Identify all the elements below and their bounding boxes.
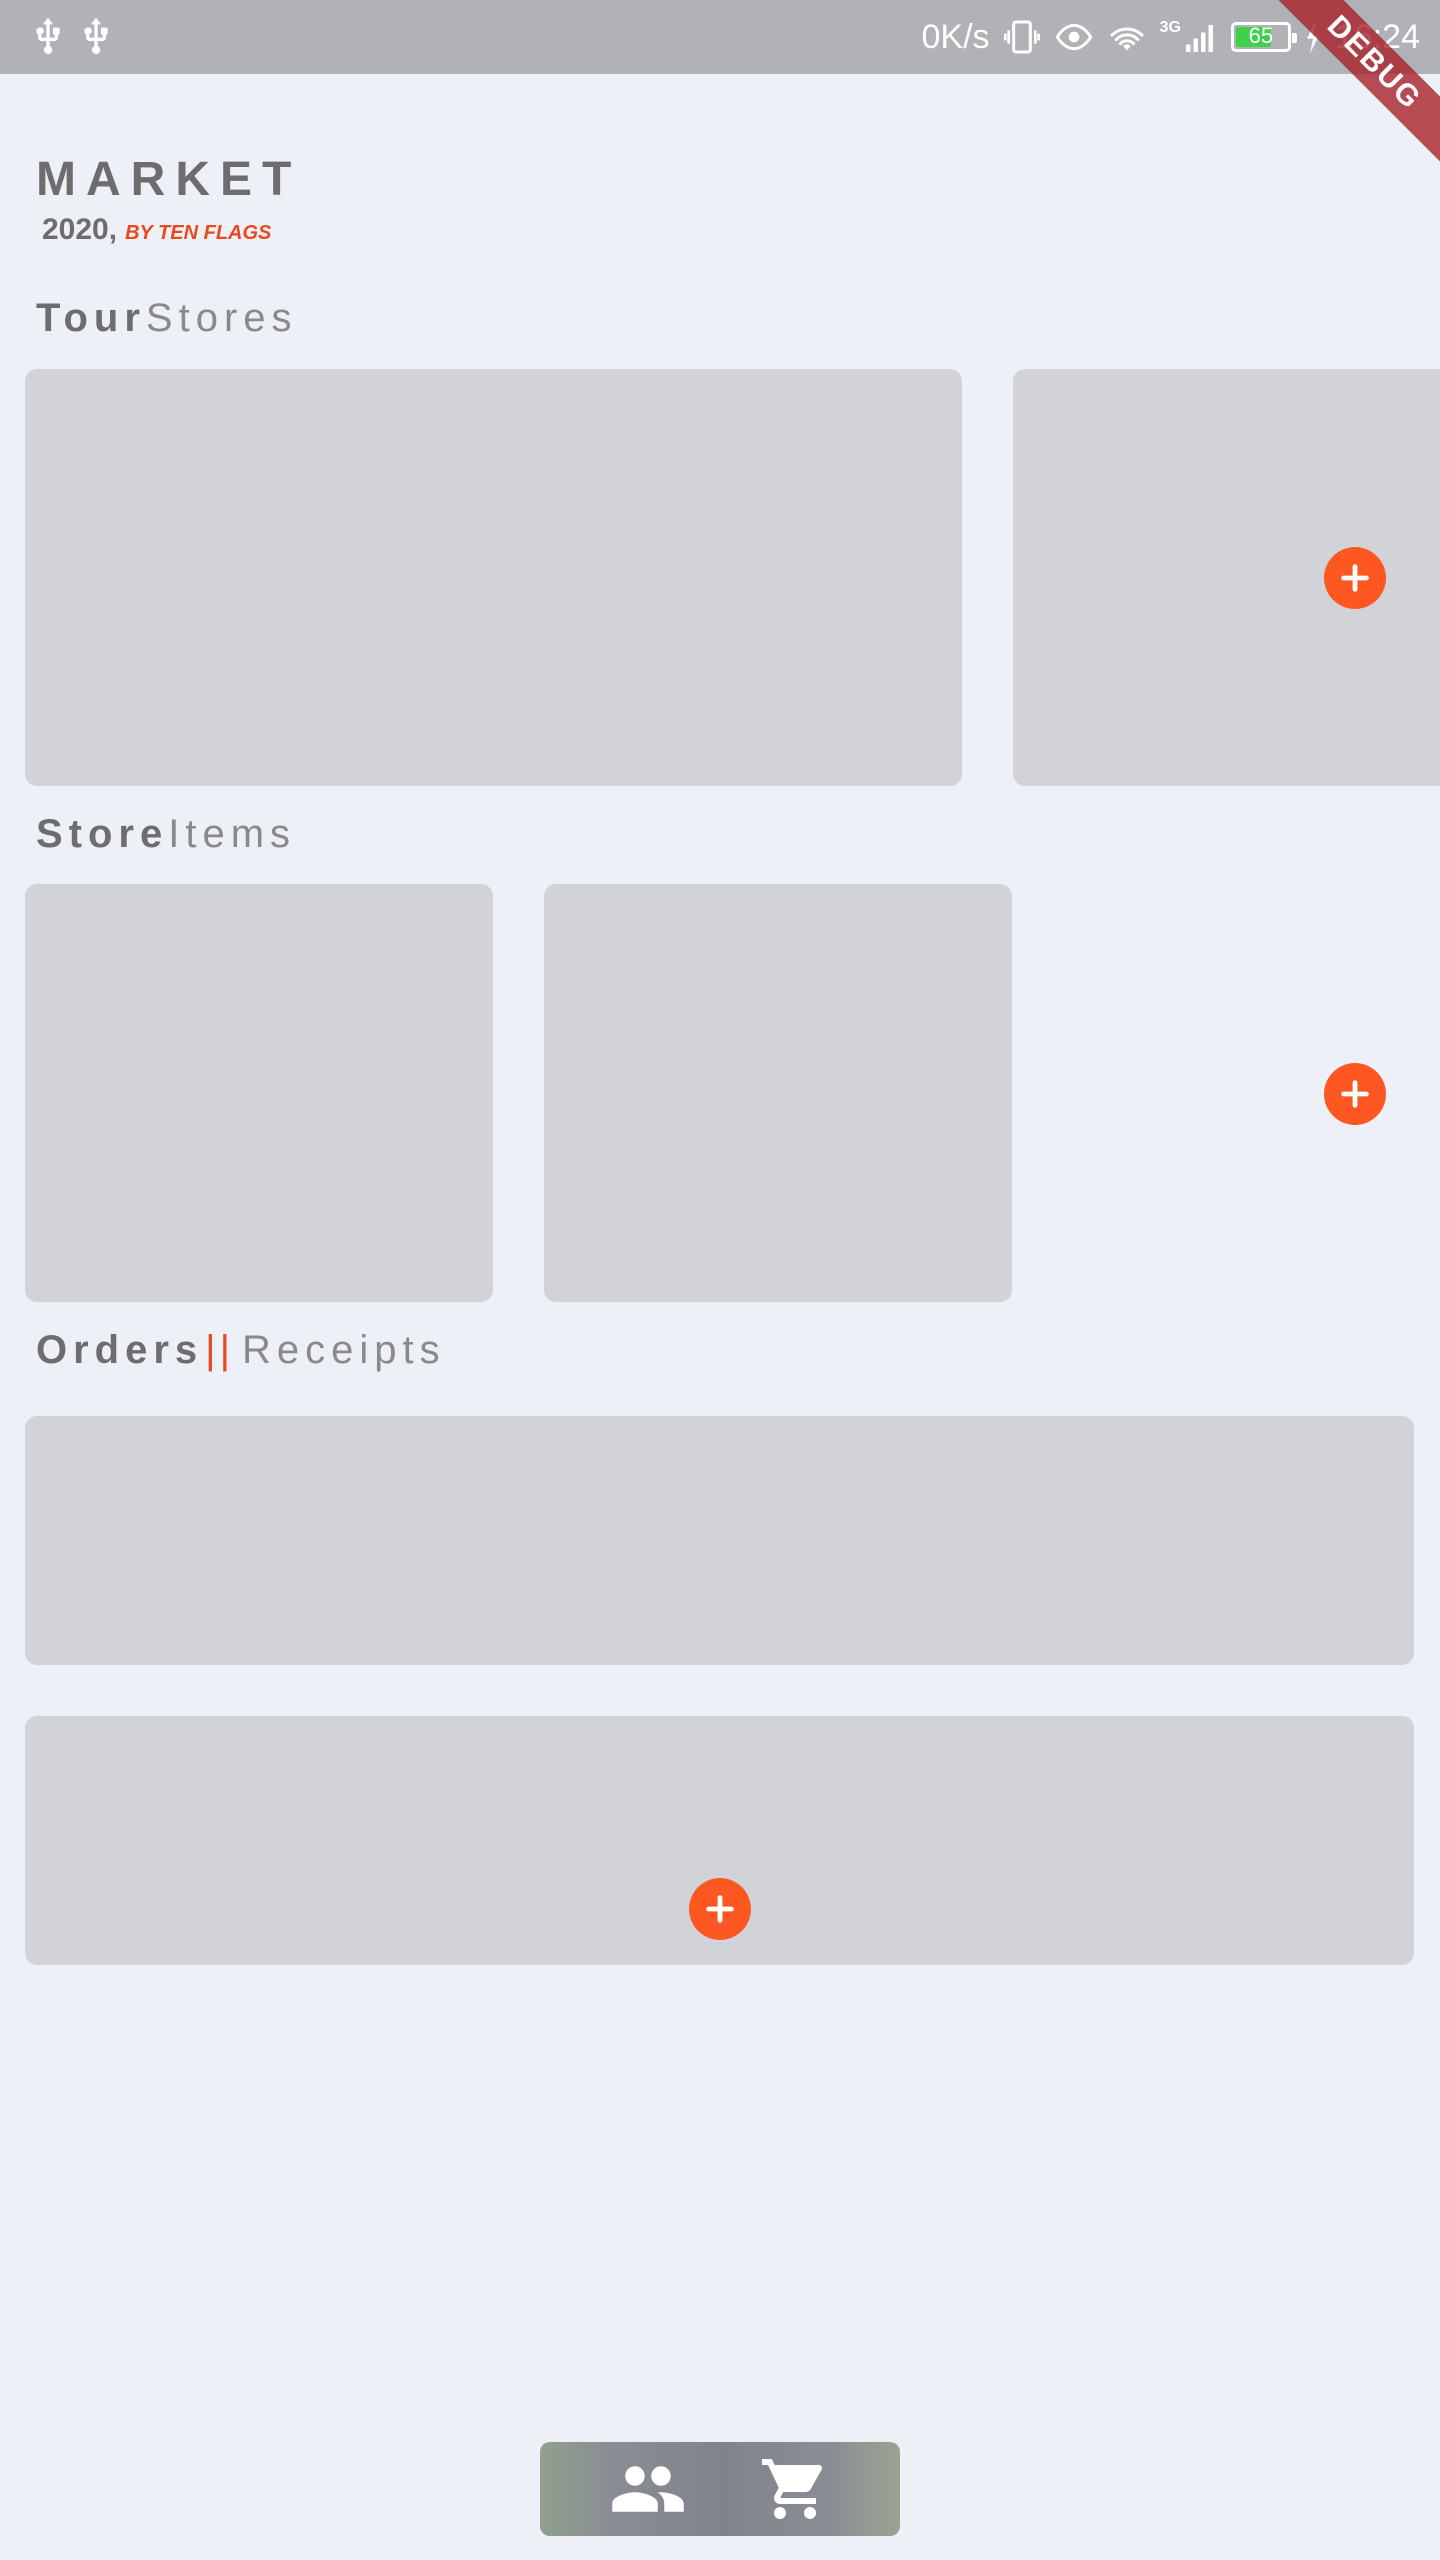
order-card[interactable] [25, 1416, 1414, 1665]
app-title: MARKET [36, 153, 302, 206]
usb-icon [36, 17, 60, 55]
add-order-button[interactable] [689, 1878, 751, 1940]
byline: BY TEN FLAGS [125, 222, 272, 244]
usb-icon [84, 17, 108, 55]
status-bar: 0K/s 3G 65 [0, 0, 1440, 74]
signal-group: 3G [1160, 19, 1219, 55]
heading-light: Stores [145, 296, 298, 340]
heading-light: Items [168, 812, 297, 856]
item-card[interactable] [25, 884, 493, 1302]
year-label: 2020, [42, 213, 118, 246]
heading-strong: Store [36, 812, 169, 856]
battery-level: 65 [1248, 23, 1274, 48]
eye-comfort-icon [1055, 23, 1092, 51]
item-card[interactable] [544, 884, 1012, 1302]
store-card[interactable] [25, 369, 962, 786]
add-store-button[interactable] [1324, 547, 1386, 609]
signal-icon [1185, 25, 1213, 52]
heading-light: Receipts [241, 1328, 446, 1372]
app-subtitle: 2020, BY TEN FLAGS [42, 213, 271, 247]
heading-strong: Orders [36, 1328, 204, 1372]
battery-cap [1291, 33, 1297, 43]
plus-icon [1341, 1080, 1369, 1108]
network-speed: 0K/s [921, 17, 990, 56]
heading-strong: Tour [36, 296, 146, 340]
nav-people-button[interactable] [609, 2450, 687, 2528]
cart-icon [762, 2459, 823, 2519]
plus-icon [1341, 564, 1369, 592]
section-heading-tour-stores: Tour Stores [36, 296, 298, 341]
network-type: 3G [1159, 19, 1181, 36]
bottom-nav [540, 2442, 900, 2536]
add-item-button[interactable] [1324, 1063, 1386, 1125]
wifi-icon [1110, 27, 1144, 51]
section-heading-store-items: Store Items [36, 812, 296, 857]
heading-separator: || [205, 1328, 234, 1372]
people-icon [612, 2466, 684, 2512]
plus-icon [706, 1895, 734, 1923]
nav-cart-button[interactable] [759, 2453, 831, 2525]
section-heading-orders-receipts: Orders || Receipts [36, 1328, 446, 1373]
vibrate-icon [1003, 20, 1040, 54]
battery-icon: 65 [1230, 22, 1297, 52]
